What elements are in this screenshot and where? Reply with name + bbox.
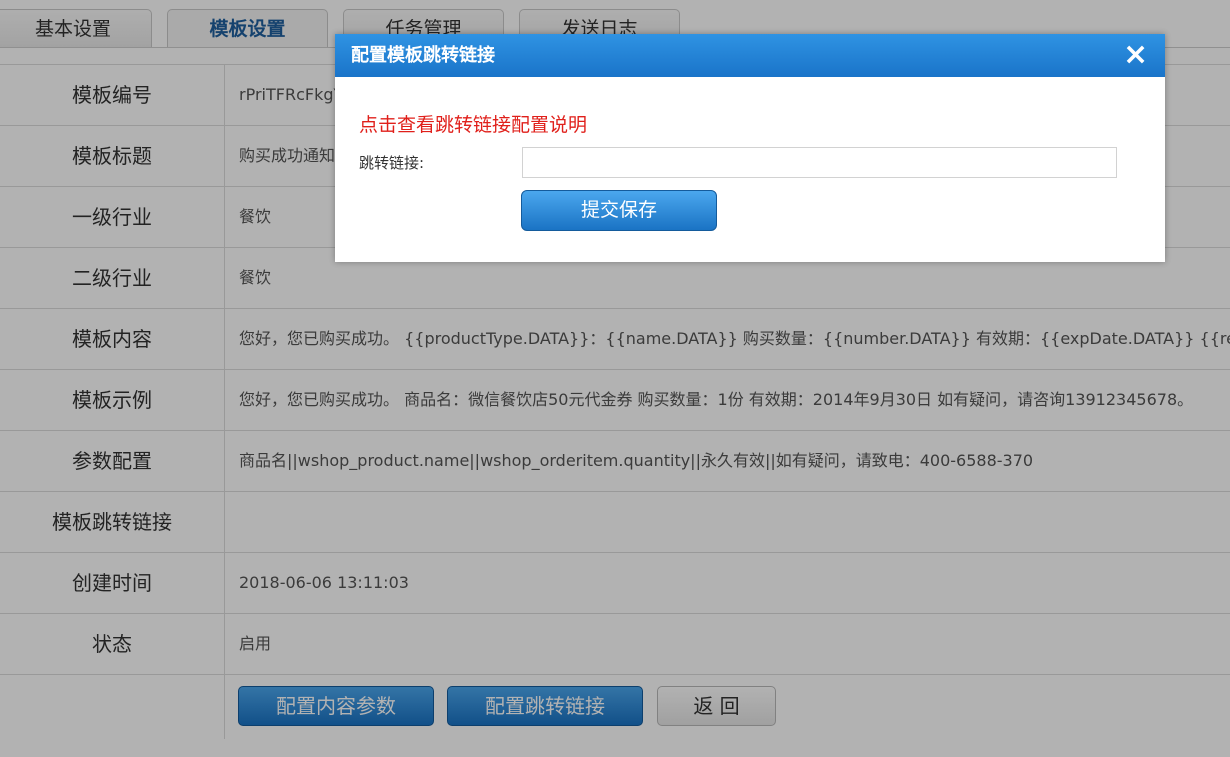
- dialog-header: 配置模板跳转链接 ×: [335, 34, 1165, 77]
- submit-save-button[interactable]: 提交保存: [521, 190, 717, 231]
- help-link[interactable]: 点击查看跳转链接配置说明: [359, 110, 587, 137]
- jump-link-input[interactable]: [522, 147, 1117, 178]
- jump-link-label: 跳转链接:: [359, 154, 425, 172]
- dialog-title: 配置模板跳转链接: [351, 45, 495, 66]
- jump-link-dialog: 配置模板跳转链接 × 点击查看跳转链接配置说明 跳转链接: 提交保存: [335, 34, 1165, 262]
- close-icon[interactable]: ×: [1123, 40, 1148, 70]
